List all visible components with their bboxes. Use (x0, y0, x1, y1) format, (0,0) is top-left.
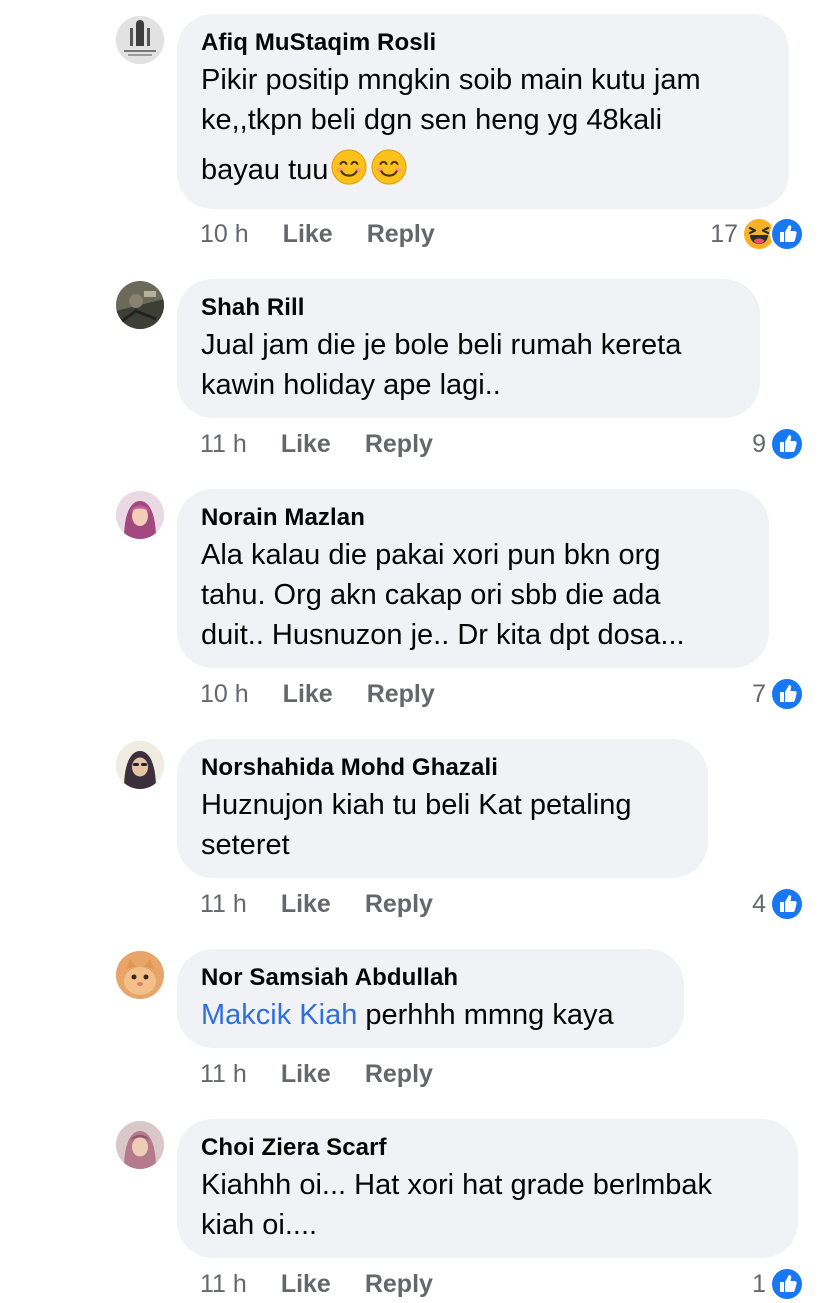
like-icon (770, 217, 804, 251)
mention-link[interactable]: Makcik Kiah (201, 999, 357, 1031)
comment-bubble: Nor Samsiah Abdullah Makcik Kiah perhhh … (177, 949, 684, 1048)
like-button[interactable]: Like (281, 1058, 331, 1090)
comment-timestamp[interactable]: 11 h (200, 1268, 247, 1300)
comment-actions: 11 h Like Reply (200, 888, 467, 920)
comment-bubble: Norain Mazlan Ala kalau die pakai xori p… (177, 489, 769, 668)
comment-actions: 10 h Like Reply (200, 218, 469, 250)
comment-timestamp[interactable]: 10 h (200, 218, 249, 250)
comment-actions: 11 h Like Reply (200, 1058, 467, 1090)
comment-bubble: Shah Rill Jual jam die je bole beli ruma… (177, 279, 760, 418)
like-button[interactable]: Like (281, 1268, 331, 1300)
comment-text: Makcik Kiah perhhh mmng kaya (201, 999, 614, 1031)
comment-actions: 11 h Like Reply (200, 428, 467, 460)
avatar[interactable] (116, 491, 164, 539)
comment-author[interactable]: Choi Ziera Scarf (201, 1133, 774, 1163)
comment-actions: 10 h Like Reply (200, 678, 469, 710)
avatar[interactable] (116, 281, 164, 329)
comment-bubble: Norshahida Mohd Ghazali Huznujon kiah tu… (177, 739, 708, 878)
like-icon (770, 677, 804, 711)
reaction-summary[interactable]: 9 (752, 426, 804, 462)
comment-bubble: Choi Ziera Scarf Kiahhh oi... Hat xori h… (177, 1119, 798, 1258)
like-button[interactable]: Like (281, 888, 331, 920)
reaction-summary[interactable]: 7 (752, 676, 804, 712)
comment-text: Jual jam die je bole beli rumah kereta k… (201, 329, 682, 401)
reply-button[interactable]: Reply (367, 678, 435, 710)
comment-text: Ala kalau die pakai xori pun bkn org tah… (201, 539, 685, 651)
reply-button[interactable]: Reply (365, 888, 433, 920)
reaction-count: 1 (752, 1269, 766, 1298)
comment-timestamp[interactable]: 11 h (200, 428, 247, 460)
comment-timestamp[interactable]: 11 h (200, 1058, 247, 1090)
comment-text: Pikir positip mngkin soib main kutu jam … (201, 64, 701, 186)
avatar[interactable] (116, 16, 164, 64)
reaction-count: 4 (752, 889, 766, 918)
reply-button[interactable]: Reply (365, 1268, 433, 1300)
like-button[interactable]: Like (283, 218, 333, 250)
comment-author[interactable]: Norain Mazlan (201, 503, 745, 533)
avatar[interactable] (116, 741, 164, 789)
smiling-face-emoji-icon (370, 148, 408, 186)
reaction-count: 7 (752, 679, 766, 708)
reply-button[interactable]: Reply (365, 1058, 433, 1090)
like-button[interactable]: Like (281, 428, 331, 460)
reply-button[interactable]: Reply (365, 428, 433, 460)
reaction-count: 9 (752, 429, 766, 458)
like-icon (770, 887, 804, 921)
reaction-count: 17 (710, 219, 738, 248)
comment-bubble: Afiq MuStaqim Rosli Pikir positip mngkin… (177, 14, 789, 209)
avatar[interactable] (116, 951, 164, 999)
like-icon (770, 1267, 804, 1301)
comment-timestamp[interactable]: 11 h (200, 888, 247, 920)
smiling-face-emoji-icon (330, 148, 368, 186)
comment-text: Kiahhh oi... Hat xori hat grade berlmbak… (201, 1169, 712, 1241)
comment-actions: 11 h Like Reply (200, 1268, 467, 1300)
comment-timestamp[interactable]: 10 h (200, 678, 249, 710)
like-icon (770, 427, 804, 461)
reaction-summary[interactable]: 17 (710, 216, 804, 252)
reply-button[interactable]: Reply (367, 218, 435, 250)
comment-author[interactable]: Shah Rill (201, 293, 736, 323)
reaction-summary[interactable]: 4 (752, 886, 804, 922)
reaction-summary[interactable]: 1 (752, 1266, 804, 1302)
comment-text: Huznujon kiah tu beli Kat petaling seter… (201, 789, 632, 861)
avatar[interactable] (116, 1121, 164, 1169)
like-button[interactable]: Like (283, 678, 333, 710)
comment-author[interactable]: Norshahida Mohd Ghazali (201, 753, 684, 783)
comment-author[interactable]: Nor Samsiah Abdullah (201, 963, 660, 993)
comment-author[interactable]: Afiq MuStaqim Rosli (201, 28, 765, 58)
